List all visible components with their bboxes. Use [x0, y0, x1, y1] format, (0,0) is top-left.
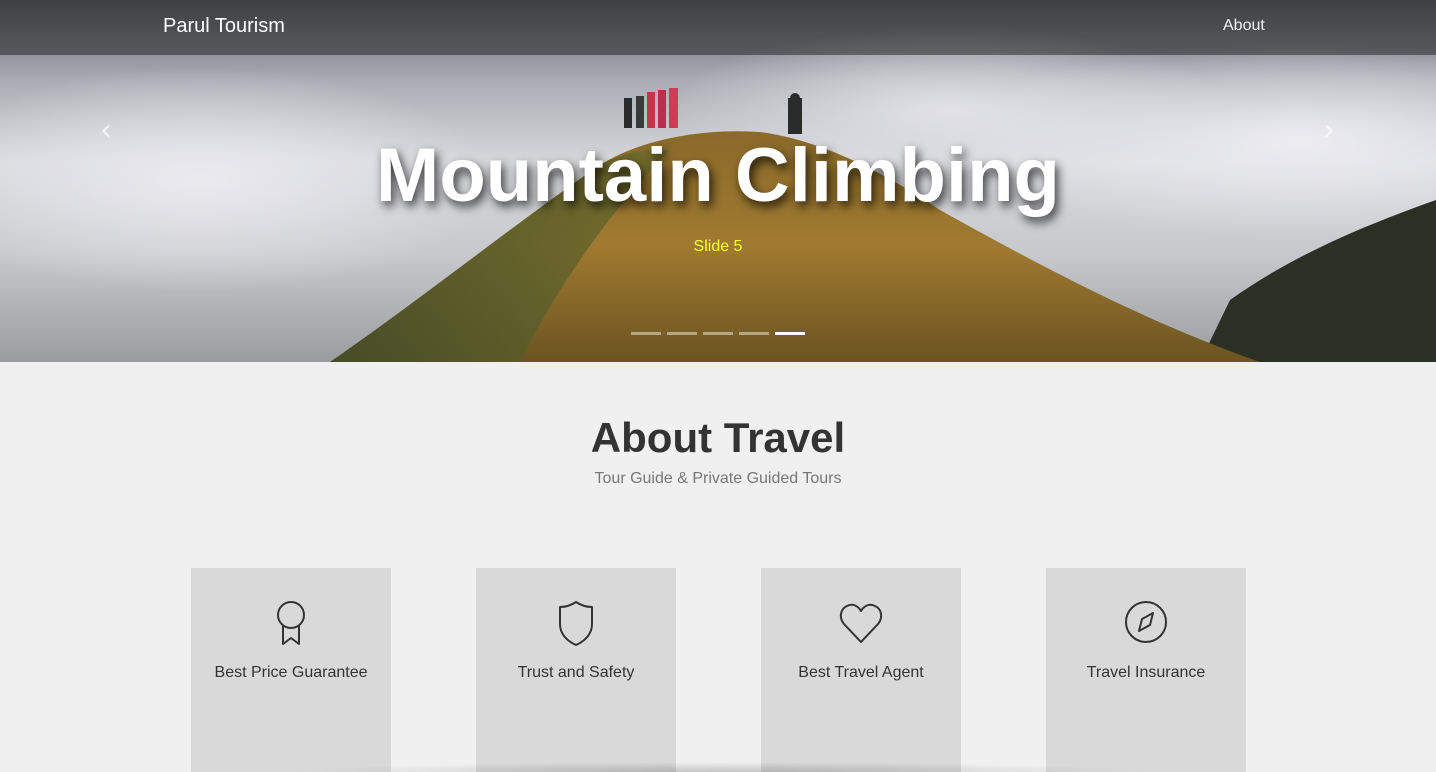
- award-ribbon-icon: [277, 601, 305, 645]
- carousel-indicator[interactable]: [667, 332, 697, 335]
- hero-carousel: Parul Tourism About ‹ › Mountain Climbin…: [0, 0, 1436, 362]
- navbar: Parul Tourism About: [0, 0, 1436, 55]
- brand-logo-text[interactable]: Parul Tourism: [163, 15, 285, 38]
- feature-label: Trust and Safety: [517, 664, 635, 681]
- feature-label: Travel Insurance: [1086, 664, 1206, 681]
- heart-icon: [839, 603, 883, 643]
- compass-icon: [1125, 601, 1167, 643]
- carousel-indicator[interactable]: [739, 332, 769, 335]
- feature-card-trust-safety: Trust and Safety: [476, 568, 676, 772]
- carousel-indicator-active[interactable]: [775, 332, 805, 335]
- feature-label: Best Travel Agent: [798, 664, 924, 681]
- carousel-indicator[interactable]: [631, 332, 661, 335]
- slide-title: Mountain Climbing: [376, 133, 1060, 218]
- carousel-indicators: [631, 332, 805, 335]
- section-title: About Travel: [590, 414, 846, 461]
- slide-caption: Slide 5: [693, 238, 743, 255]
- feature-card-insurance: Travel Insurance: [1046, 568, 1246, 772]
- nav-link-about[interactable]: About: [1223, 17, 1265, 35]
- carousel-indicator[interactable]: [703, 332, 733, 335]
- divider-shadow: [290, 762, 1150, 772]
- feature-card-travel-agent: Best Travel Agent: [761, 568, 961, 772]
- feature-label: Best Price Guarantee: [214, 664, 368, 681]
- feature-card-best-price: Best Price Guarantee: [191, 568, 391, 772]
- shield-icon: [559, 601, 593, 646]
- section-subtitle: Tour Guide & Private Guided Tours: [594, 470, 842, 487]
